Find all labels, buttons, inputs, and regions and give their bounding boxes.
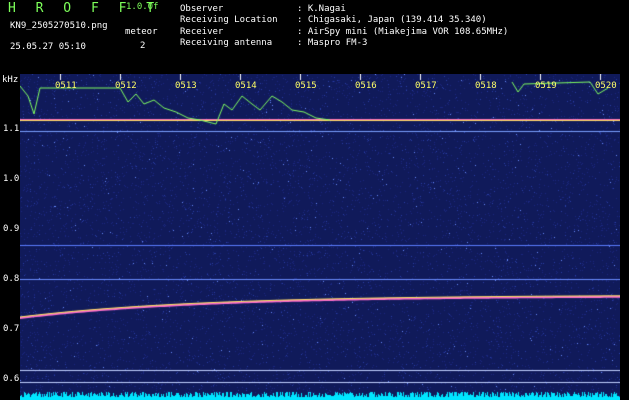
time-label: 0520 — [595, 81, 617, 91]
axis-tick-0-8: 0.8 — [3, 274, 20, 284]
observer-label: Observer — [180, 4, 224, 14]
receiver-label: Receiver — [180, 27, 224, 37]
time-label: 0512 — [115, 81, 137, 91]
antenna-label: Receiving antenna — [180, 38, 273, 48]
capture-timestamp: 25.05.27 05:10 — [10, 42, 86, 52]
time-label: 0518 — [475, 81, 497, 91]
axis-unit: kHz — [2, 75, 19, 85]
axis-tick-1-0: 1.0 — [3, 174, 20, 184]
time-label: 0516 — [355, 81, 377, 91]
meteor-count: 2 — [140, 41, 146, 51]
axis-tick-1-1: 1.1 — [3, 124, 20, 134]
location-label: Receiving Location — [180, 15, 278, 25]
axis-tick-0-9: 0.9 — [3, 224, 20, 234]
time-label: 0517 — [415, 81, 437, 91]
time-label: 0515 — [295, 81, 317, 91]
app-version: 1.0.0f — [126, 2, 159, 12]
time-label: 0511 — [55, 81, 77, 91]
time-label: 0514 — [235, 81, 257, 91]
observer-value: : K.Nagai — [297, 4, 346, 14]
header-panel: H R O F F T 1.0.0f KN9_2505270510.png 25… — [0, 0, 629, 74]
antenna-value: : Maspro FM-3 — [297, 38, 368, 48]
time-label: 0513 — [175, 81, 197, 91]
axis-tick-0-6: 0.6 — [3, 374, 20, 384]
time-label: 0519 — [535, 81, 557, 91]
meteor-label: meteor — [125, 27, 158, 37]
image-filename: KN9_2505270510.png — [10, 21, 108, 31]
receiver-value: : AirSpy mini (Miakejima VOR 108.65MHz) — [297, 27, 509, 37]
location-value: : Chigasaki, Japan (139.414 35.340) — [297, 15, 487, 25]
spectrogram — [20, 74, 620, 400]
axis-tick-0-7: 0.7 — [3, 324, 20, 334]
